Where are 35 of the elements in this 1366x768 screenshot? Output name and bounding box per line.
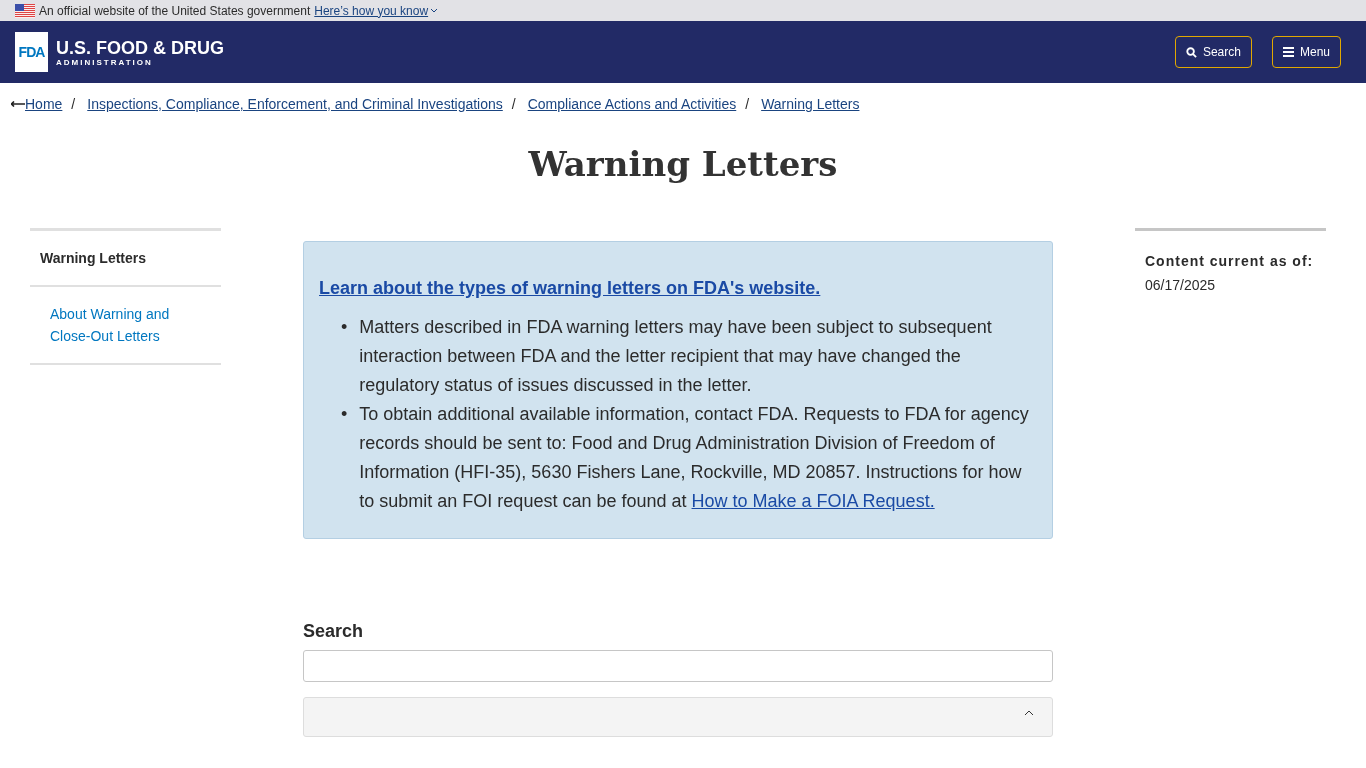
search-label: Search (303, 621, 365, 642)
breadcrumb-link[interactable]: Home (25, 96, 63, 112)
bullet-marker: • (341, 316, 348, 339)
bullet-marker: • (341, 403, 348, 426)
content-date: 06/17/2025 (1145, 277, 1217, 293)
banner-text: An official website of the United States government (39, 3, 311, 18)
search-field[interactable] (303, 650, 1053, 682)
search-button[interactable]: Search (1174, 36, 1252, 68)
search-icon (1185, 46, 1197, 58)
notice-bullet: To obtain additional available information, contact FDA. Requests to FDA for agency records should be sent to: Food and Drug Administration Division of Freedom of Information (HFI-35), 5630 Fishers Lane, Rockville, MD 20857. Instructions for how to submit an FOI request can be found at How to Make a FOIA Request. (359, 403, 1030, 513)
chevron-icon (430, 8, 439, 13)
breadcrumb-link[interactable]: Compliance Actions and Activities (527, 96, 737, 112)
breadcrumb-separator: / (511, 96, 516, 112)
flag-icon (15, 3, 35, 18)
menu-icon (1282, 47, 1294, 57)
chevron-icon (1024, 710, 1034, 716)
logo-title: U.S. FOOD & DRUG (56, 37, 224, 58)
back-arrow-icon (11, 101, 25, 107)
fda-logo[interactable]: FDA U.S. FOOD & DRUG ADMINISTRATION (15, 32, 224, 72)
content-current-label: Content current as of: (1145, 253, 1315, 269)
page-title: Warning Letters (527, 144, 839, 184)
sidebar-item[interactable]: Warning Letters (30, 231, 221, 287)
filter-panel[interactable] (303, 697, 1053, 737)
warning-letters-link[interactable]: Learn about the types of warning letters on FDA's website. (319, 278, 821, 298)
sidebar-item[interactable]: About Warning and Close-Out Letters (30, 287, 221, 365)
breadcrumb-link[interactable]: Warning Letters (761, 96, 860, 112)
logo-subtitle: ADMINISTRATION (56, 57, 154, 67)
breadcrumb-separator: / (71, 96, 76, 112)
breadcrumb-link[interactable]: Inspections, Compliance, Enforcement, and Criminal Investigations (87, 96, 503, 112)
breadcrumb-separator: / (745, 96, 750, 112)
foia-link[interactable]: How to Make a FOIA Request. (691, 491, 935, 511)
notice-bullet: Matters described in FDA warning letters may have been subject to subsequent interaction between FDA and the letter recipient that may have changed the regulatory status of issues discussed in the letter. (359, 316, 993, 397)
how-you-know-link[interactable]: Here’s how you know (314, 3, 439, 18)
menu-button[interactable]: Menu (1271, 36, 1341, 68)
logo-mark: FDA (15, 32, 48, 72)
